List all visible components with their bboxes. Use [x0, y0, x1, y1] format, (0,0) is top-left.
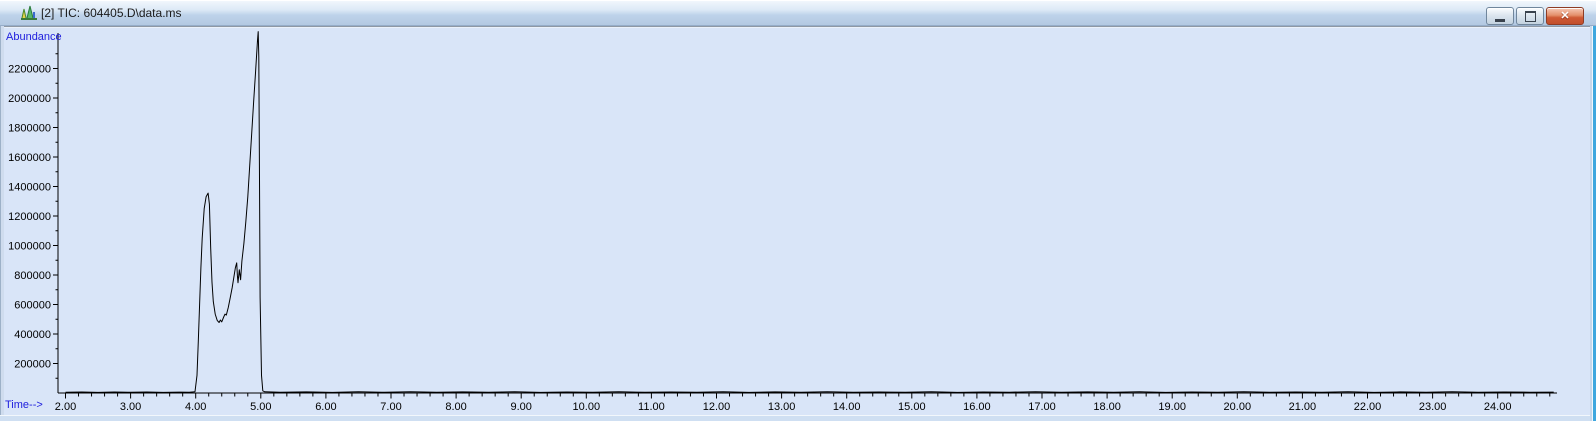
x-tick-label: 16.00 [963, 401, 991, 413]
x-tick-label: 13.00 [768, 401, 796, 413]
x-tick-label: 15.00 [898, 401, 926, 413]
x-tick-label: 23.00 [1419, 401, 1447, 413]
x-tick-label: 6.00 [315, 401, 336, 413]
x-tick-label: 8.00 [445, 401, 466, 413]
x-tick-label: 4.00 [185, 401, 206, 413]
y-tick-label: 2200000 [8, 64, 51, 76]
x-tick-label: 20.00 [1224, 401, 1252, 413]
x-tick-label: 5.00 [250, 401, 271, 413]
y-tick-label: 2000000 [8, 93, 51, 105]
y-tick-label: 400000 [14, 329, 51, 341]
y-tick-label: 800000 [14, 270, 51, 282]
x-tick-label: 9.00 [510, 401, 531, 413]
y-tick-label: 600000 [14, 300, 51, 312]
y-axis-label: Abundance [6, 31, 62, 43]
x-tick-label: 18.00 [1093, 401, 1121, 413]
x-tick-label: 21.00 [1289, 401, 1317, 413]
x-tick-label: 7.00 [380, 401, 401, 413]
y-tick-label: 1000000 [8, 241, 51, 253]
x-axis-label: Time--> [5, 399, 43, 411]
y-tick-label: 200000 [14, 359, 51, 371]
tic-trace [65, 31, 1554, 393]
chromatogram-plot[interactable]: 2.00 3.00 4.00 5.00 6.00 7.00 8.00 9.00 10.00 11.… [0, 0, 1596, 421]
x-tick-label: 11.00 [638, 401, 665, 413]
chromatogram-window: [2] TIC: 604405.D\data.ms ✕ 2.00 3.00 4.00… [0, 0, 1596, 421]
x-tick-label: 12.00 [703, 401, 731, 413]
x-tick-label: 2.00 [55, 401, 76, 413]
y-tick-label: 1400000 [8, 182, 51, 194]
x-tick-label: 24.00 [1484, 401, 1512, 413]
x-tick-label: 3.00 [120, 401, 141, 413]
x-tick-label: 10.00 [573, 401, 601, 413]
x-tick-label: 22.00 [1354, 401, 1382, 413]
y-tick-label: 1800000 [8, 123, 51, 135]
x-tick-label: 14.00 [833, 401, 861, 413]
x-tick-label: 19.00 [1158, 401, 1186, 413]
y-tick-label: 1200000 [8, 211, 51, 223]
x-tick-label: 17.00 [1028, 401, 1056, 413]
y-tick-label: 1600000 [8, 152, 51, 164]
